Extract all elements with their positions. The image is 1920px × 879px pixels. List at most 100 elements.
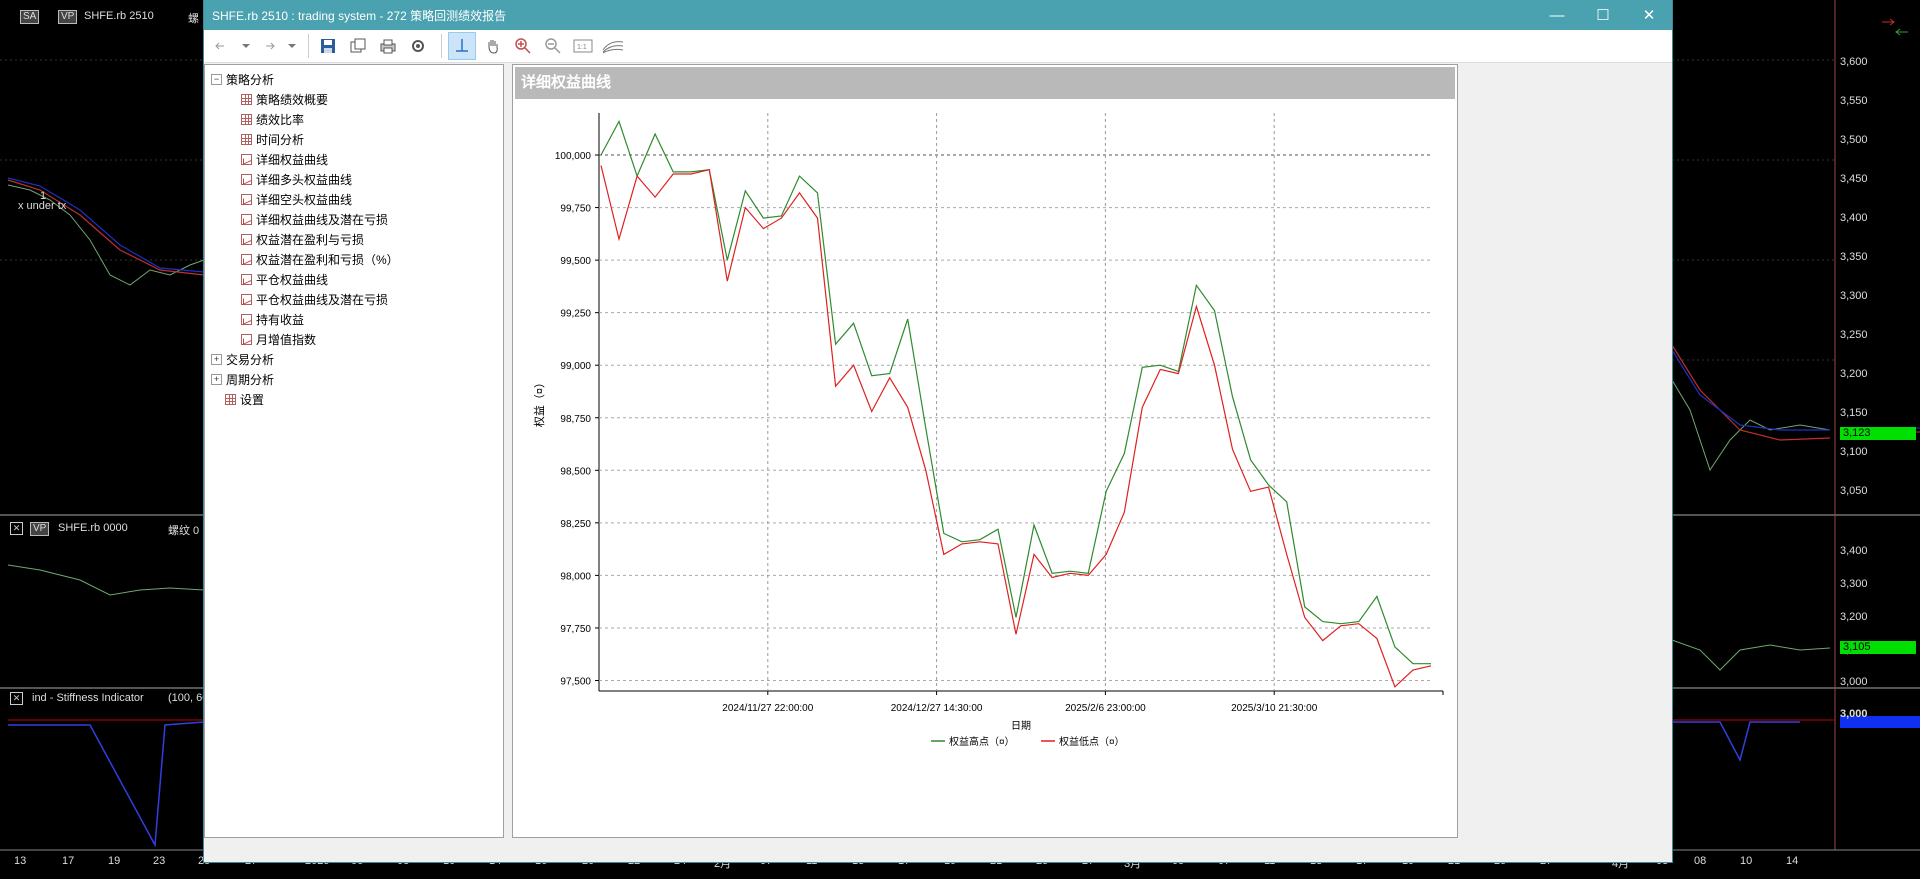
x-tick-label: 2024/12/27 14:30:00 <box>891 703 983 714</box>
forward-dropdown-icon[interactable] <box>286 33 298 59</box>
pane2-suffix: 螺纹 0 <box>168 525 200 537</box>
price-label: 3,200 <box>1840 368 1868 380</box>
cursor-arrows-icon <box>1882 18 1908 36</box>
tree-group-period[interactable]: + 周期分析 <box>205 369 503 389</box>
equity-chart[interactable]: 97,500 97,750 98,000 98,250 98,500 98,750 99,0… <box>513 99 1453 835</box>
date-tick: 17 <box>62 855 75 867</box>
hand-pan-icon[interactable] <box>480 33 506 59</box>
date-tick: 14 <box>1786 855 1799 867</box>
x-tick-label: 2025/3/10 21:30:00 <box>1231 703 1318 714</box>
actual-size-icon[interactable]: 1:1 <box>570 33 596 59</box>
tree-item-label: 时间分析 <box>256 132 305 147</box>
navigation-tree: − 策略分析 策略绩效概要 绩效比率 时间分析 详细权益曲线 详细多头权益曲线 … <box>204 64 504 838</box>
tree-item-label: 平仓权益曲线 <box>256 272 329 287</box>
price-label: 3,300 <box>1840 578 1868 590</box>
close-button[interactable]: ✕ <box>1626 0 1672 30</box>
y-tick-label: 98,500 <box>560 466 591 477</box>
tree-item-label: 详细空头权益曲线 <box>256 192 353 207</box>
back-dropdown-icon[interactable] <box>240 33 252 59</box>
tree-item-time-analysis[interactable]: 时间分析 <box>205 129 503 149</box>
close-indicator-icon[interactable]: ✕ <box>10 692 23 705</box>
tree-item-summary[interactable]: 策略绩效概要 <box>205 89 503 109</box>
tree-group-strategy[interactable]: − 策略分析 <box>205 69 503 89</box>
price-label: 3,500 <box>1840 134 1868 146</box>
close-pane-icon[interactable]: ✕ <box>10 522 23 535</box>
tree-item-holding-return[interactable]: 持有收益 <box>205 309 503 329</box>
price-label: 3,350 <box>1840 251 1868 263</box>
tree-group-label: 交易分析 <box>226 352 275 367</box>
sa-badge[interactable]: SA <box>20 10 40 24</box>
curve-icon <box>241 253 252 265</box>
forward-icon[interactable] <box>256 33 282 59</box>
zoom-in-icon[interactable] <box>510 33 536 59</box>
export-icon[interactable] <box>345 33 371 59</box>
back-icon[interactable] <box>210 33 236 59</box>
curve-icon <box>241 153 252 165</box>
title-bar[interactable]: SHFE.rb 2510 : trading system - 272 策略回测… <box>204 0 1672 30</box>
y-axis-label: 权益（¤） <box>532 377 546 427</box>
chart-style-icon[interactable] <box>600 33 626 59</box>
tree-item-monthly-index[interactable]: 月增值指数 <box>205 329 503 349</box>
tree-item-ratios[interactable]: 绩效比率 <box>205 109 503 129</box>
x-axis-label: 日期 <box>1011 720 1031 732</box>
date-tick: 13 <box>14 855 27 867</box>
y-tick-label: 99,250 <box>560 309 591 320</box>
background-toolbar: SA VP SHFE.rb 2510 螺 <box>0 0 204 30</box>
tree-item-short-equity[interactable]: 详细空头权益曲线 <box>205 189 503 209</box>
tree-item-potential-pl[interactable]: 权益潜在盈利与亏损 <box>205 229 503 249</box>
tree-item-equity-drawdown[interactable]: 详细权益曲线及潜在亏损 <box>205 209 503 229</box>
table-icon <box>241 133 252 145</box>
tree-item-label: 权益潜在盈利和亏损（%） <box>256 252 399 267</box>
report-window: SHFE.rb 2510 : trading system - 272 策略回测… <box>204 0 1672 862</box>
tree-item-closed-drawdown[interactable]: 平仓权益曲线及潜在亏损 <box>205 289 503 309</box>
price-label: 3,100 <box>1840 446 1868 458</box>
report-content: − 策略分析 策略绩效概要 绩效比率 时间分析 详细权益曲线 详细多头权益曲线 … <box>204 64 1672 862</box>
tree-group-label: 周期分析 <box>226 372 275 387</box>
tree-item-settings[interactable]: 设置 <box>205 389 503 409</box>
zoom-out-icon[interactable] <box>540 33 566 59</box>
curve-icon <box>241 233 252 245</box>
tree-item-potential-pl-pct[interactable]: 权益潜在盈利和亏损（%） <box>205 249 503 269</box>
panel-title: 详细权益曲线 <box>515 67 1455 99</box>
curve-icon <box>241 313 252 325</box>
tree-item-label: 设置 <box>240 392 265 407</box>
date-tick: 10 <box>1740 855 1753 867</box>
price-label: 3,300 <box>1840 290 1868 302</box>
curve-icon <box>241 293 252 305</box>
save-icon[interactable] <box>315 33 341 59</box>
tree-item-label: 详细权益曲线及潜在亏损 <box>256 212 389 227</box>
price-label: 3,150 <box>1840 407 1868 419</box>
tree-item-label: 详细权益曲线 <box>256 152 329 167</box>
tree-group-trade[interactable]: + 交易分析 <box>205 349 503 369</box>
toolbar-separator <box>441 34 442 58</box>
series-line-high <box>600 119 1431 665</box>
y-tick-label: 98,000 <box>560 571 591 582</box>
maximize-button[interactable]: ☐ <box>1580 0 1626 30</box>
tree-item-long-equity[interactable]: 详细多头权益曲线 <box>205 169 503 189</box>
y-tick-label: 99,500 <box>560 256 591 267</box>
x-tick-label: 2025/2/6 23:00:00 <box>1065 703 1146 714</box>
settings-gear-icon[interactable] <box>405 33 431 59</box>
table-icon <box>225 393 236 405</box>
print-icon[interactable] <box>375 33 401 59</box>
symbol-label: SHFE.rb 2510 <box>84 10 154 22</box>
tree-item-equity-curve[interactable]: 详细权益曲线 <box>205 149 503 169</box>
vp-badge[interactable]: VP <box>58 10 78 24</box>
crosshair-icon[interactable] <box>448 32 476 60</box>
x-tick-label: 2024/11/27 22:00:00 <box>722 703 813 714</box>
svg-text:1:1: 1:1 <box>577 44 587 51</box>
expand-icon[interactable]: + <box>211 373 222 385</box>
toolbar: 1:1 <box>204 30 1672 63</box>
price-label: 3,200 <box>1840 611 1868 623</box>
tree-item-label: 绩效比率 <box>256 112 305 127</box>
tree-item-closed-equity[interactable]: 平仓权益曲线 <box>205 269 503 289</box>
tree-group-label: 策略分析 <box>226 72 275 87</box>
date-tick: 19 <box>108 855 121 867</box>
y-tick-label: 97,750 <box>560 624 591 635</box>
minimize-button[interactable]: — <box>1534 0 1580 30</box>
collapse-icon[interactable]: − <box>211 73 222 85</box>
price-label: 3,000 <box>1840 708 1868 720</box>
price-label: 3,600 <box>1840 56 1868 68</box>
expand-icon[interactable]: + <box>211 353 222 365</box>
vp-badge-2[interactable]: VP <box>30 522 50 536</box>
